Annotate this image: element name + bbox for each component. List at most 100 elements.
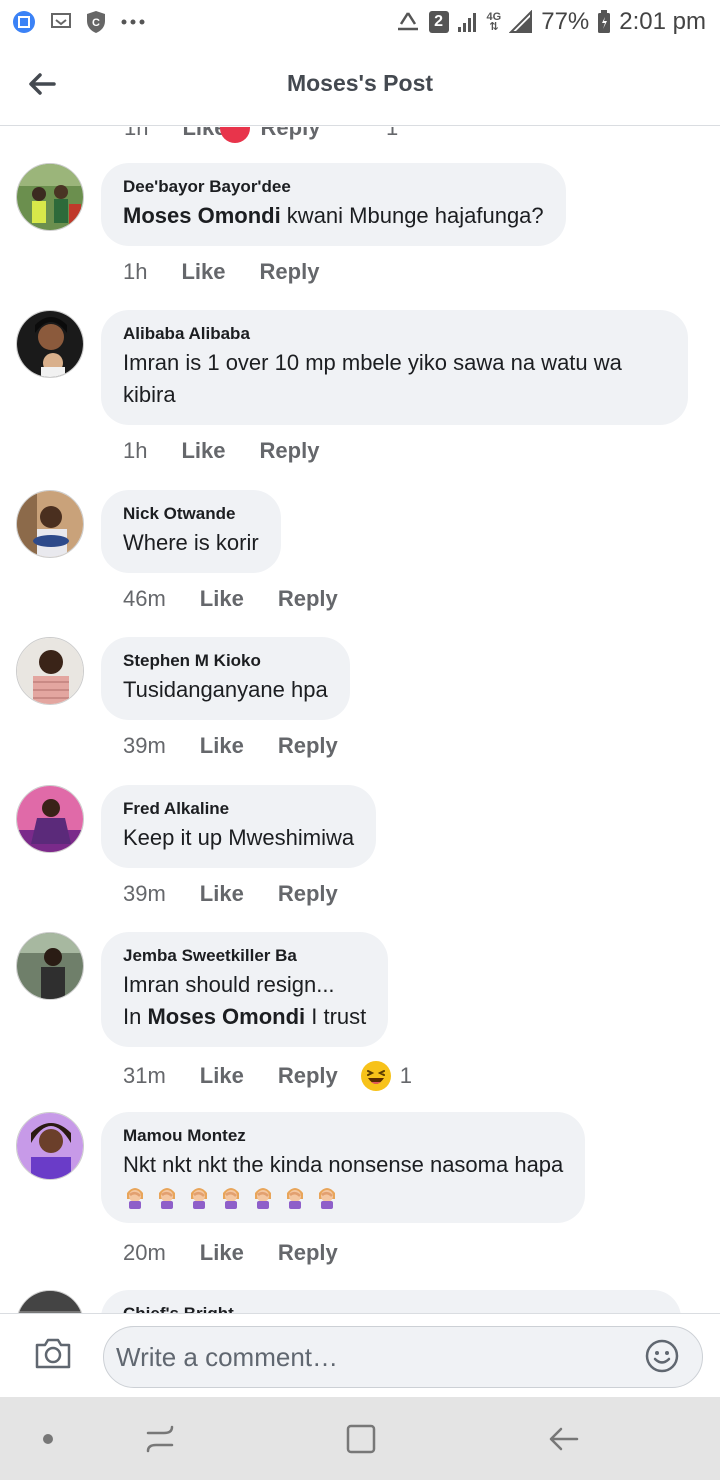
comment-bubble[interactable]: Fred Alkaline Keep it up Mweshimiwa xyxy=(101,785,377,868)
reaction-count: 1 xyxy=(399,1063,412,1088)
comment-list[interactable]: 1h Like Reply 1 Dee'bayor Bayor'dee Mose… xyxy=(0,127,720,1313)
reply-button[interactable]: Reply xyxy=(278,733,338,759)
like-button[interactable]: Like xyxy=(200,1063,244,1089)
comment-time: 46m xyxy=(123,586,166,611)
comment-line: In Moses Omondi I trust xyxy=(123,1004,367,1029)
comment-actions: 1h Like Reply xyxy=(123,438,319,464)
dot-button[interactable] xyxy=(26,1417,70,1461)
comment-line: Imran should resign... xyxy=(123,972,335,997)
facepalm-emoji-icon xyxy=(191,1188,207,1209)
network-type: 4G ⇅ xyxy=(486,11,502,33)
comment-time: 39m xyxy=(123,881,166,906)
comment-input[interactable] xyxy=(103,1326,703,1388)
like-button[interactable]: Like xyxy=(200,586,244,612)
comment-actions: 46m Like Reply xyxy=(123,586,338,612)
battery-icon xyxy=(597,10,611,34)
recents-icon xyxy=(146,1425,174,1453)
facepalm-emoji-icon xyxy=(287,1188,303,1209)
comment-actions: 31m Like Reply 1 xyxy=(123,1060,412,1092)
like-button[interactable]: Like xyxy=(181,259,225,285)
back-nav-button[interactable] xyxy=(541,1417,585,1461)
notification-badge: 2 xyxy=(428,11,449,33)
reply-button[interactable]: Reply xyxy=(261,127,321,141)
recycle-icon xyxy=(395,11,421,33)
home-square-icon xyxy=(346,1424,376,1454)
status-bar: C 2 4G ⇅ 77% 2:01 pm xyxy=(0,0,720,44)
reply-button[interactable]: Reply xyxy=(278,881,338,907)
reply-button[interactable]: Reply xyxy=(260,438,320,464)
avatar[interactable] xyxy=(16,490,84,558)
comment-author[interactable]: Fred Alkaline xyxy=(123,798,354,820)
like-button[interactable]: Like xyxy=(200,1240,244,1266)
comment-text: Where is korir xyxy=(123,530,259,555)
comment-actions: 20m Like Reply xyxy=(123,1240,338,1266)
avatar[interactable] xyxy=(16,163,84,231)
cast-icon xyxy=(50,12,72,32)
smiley-icon xyxy=(645,1339,679,1373)
avatar[interactable] xyxy=(16,932,84,1000)
facepalm-emoji-icon xyxy=(255,1188,271,1209)
avatar[interactable] xyxy=(16,1112,84,1180)
like-button[interactable]: Like xyxy=(200,881,244,907)
comment-bubble[interactable]: Dee'bayor Bayor'dee Moses Omondi kwani M… xyxy=(101,163,566,246)
reply-button[interactable]: Reply xyxy=(278,1063,338,1089)
page-title: Moses's Post xyxy=(286,70,434,96)
like-button[interactable]: Like xyxy=(181,438,225,464)
avatar[interactable] xyxy=(16,1290,84,1313)
comment-text: Imran should resign... In Moses Omondi I… xyxy=(123,969,366,1033)
system-nav-bar xyxy=(0,1397,720,1480)
screenshot-icon xyxy=(12,10,36,34)
comment-time: 20m xyxy=(123,1240,166,1265)
facepalm-emoji-icon xyxy=(127,1188,143,1209)
camera-button[interactable] xyxy=(34,1336,74,1376)
comment-bubble[interactable]: Stephen M Kioko Tusidanganyane hpa xyxy=(101,637,350,720)
comment-author[interactable]: Dee'bayor Bayor'dee xyxy=(123,176,544,198)
shield-icon: C xyxy=(86,10,106,34)
home-button[interactable] xyxy=(339,1417,383,1461)
avatar[interactable] xyxy=(16,637,84,705)
comment-actions: 39m Like Reply xyxy=(123,733,338,759)
comment-author[interactable]: Nick Otwande xyxy=(123,503,259,525)
comment-author[interactable]: Chief's Bright xyxy=(123,1303,659,1313)
emoji-row xyxy=(123,1185,563,1209)
comment-author[interactable]: Alibaba Alibaba xyxy=(123,323,666,345)
recents-button[interactable] xyxy=(138,1417,182,1461)
mention-link[interactable]: Moses Omondi xyxy=(147,1004,305,1029)
comment-author[interactable]: Stephen M Kioko xyxy=(123,650,328,672)
comment-bubble[interactable]: Alibaba Alibaba Imran is 1 over 10 mp mb… xyxy=(101,310,688,425)
back-arrow-icon xyxy=(549,1427,579,1451)
dot-icon xyxy=(43,1434,53,1444)
avatar[interactable] xyxy=(16,785,84,853)
comment-text: Moses Omondi kwani Mbunge hajafunga? xyxy=(123,203,544,228)
more-dots-icon xyxy=(120,18,146,26)
emoji-button[interactable] xyxy=(644,1338,682,1376)
reply-button[interactable]: Reply xyxy=(260,259,320,285)
comment-time: 1h xyxy=(123,259,148,284)
comment-text: Nkt nkt nkt the kinda nonsense nasoma ha… xyxy=(123,1152,564,1177)
comment-time: 1h xyxy=(124,127,149,140)
comment-author[interactable]: Mamou Montez xyxy=(123,1125,563,1147)
comment-bubble[interactable]: Mamou Montez Nkt nkt nkt the kinda nonse… xyxy=(101,1112,586,1223)
reaction-count: 1 xyxy=(386,127,399,140)
reaction-summary[interactable]: 1 xyxy=(360,1060,412,1092)
battery-percent: 77% xyxy=(541,8,590,35)
comment-bubble[interactable]: Jemba Sweetkiller Ba Imran should resign… xyxy=(101,932,389,1047)
svg-text:C: C xyxy=(92,17,100,29)
laughing-emoji-icon xyxy=(360,1061,391,1091)
mention-link[interactable]: Moses Omondi xyxy=(123,203,281,228)
comment-text: Imran is 1 over 10 mp mbele yiko sawa na… xyxy=(123,350,622,407)
like-button[interactable]: Like xyxy=(200,733,244,759)
comment-bubble[interactable]: Nick Otwande Where is korir xyxy=(101,490,281,573)
facepalm-emoji-icon xyxy=(159,1188,175,1209)
comment-time: 31m xyxy=(123,1063,166,1088)
reply-button[interactable]: Reply xyxy=(278,586,338,612)
comment-author[interactable]: Jemba Sweetkiller Ba xyxy=(123,945,366,967)
camera-icon xyxy=(35,1338,71,1369)
comment-text: Keep it up Mweshimiwa xyxy=(123,825,355,850)
avatar[interactable] xyxy=(16,310,84,378)
comment-time: 39m xyxy=(123,733,166,758)
reply-button[interactable]: Reply xyxy=(278,1240,338,1266)
comment-bubble[interactable]: Chief's Bright xyxy=(101,1290,681,1313)
comment-actions: 1h Like Reply xyxy=(123,259,319,285)
facepalm-emoji-icon xyxy=(223,1188,239,1209)
